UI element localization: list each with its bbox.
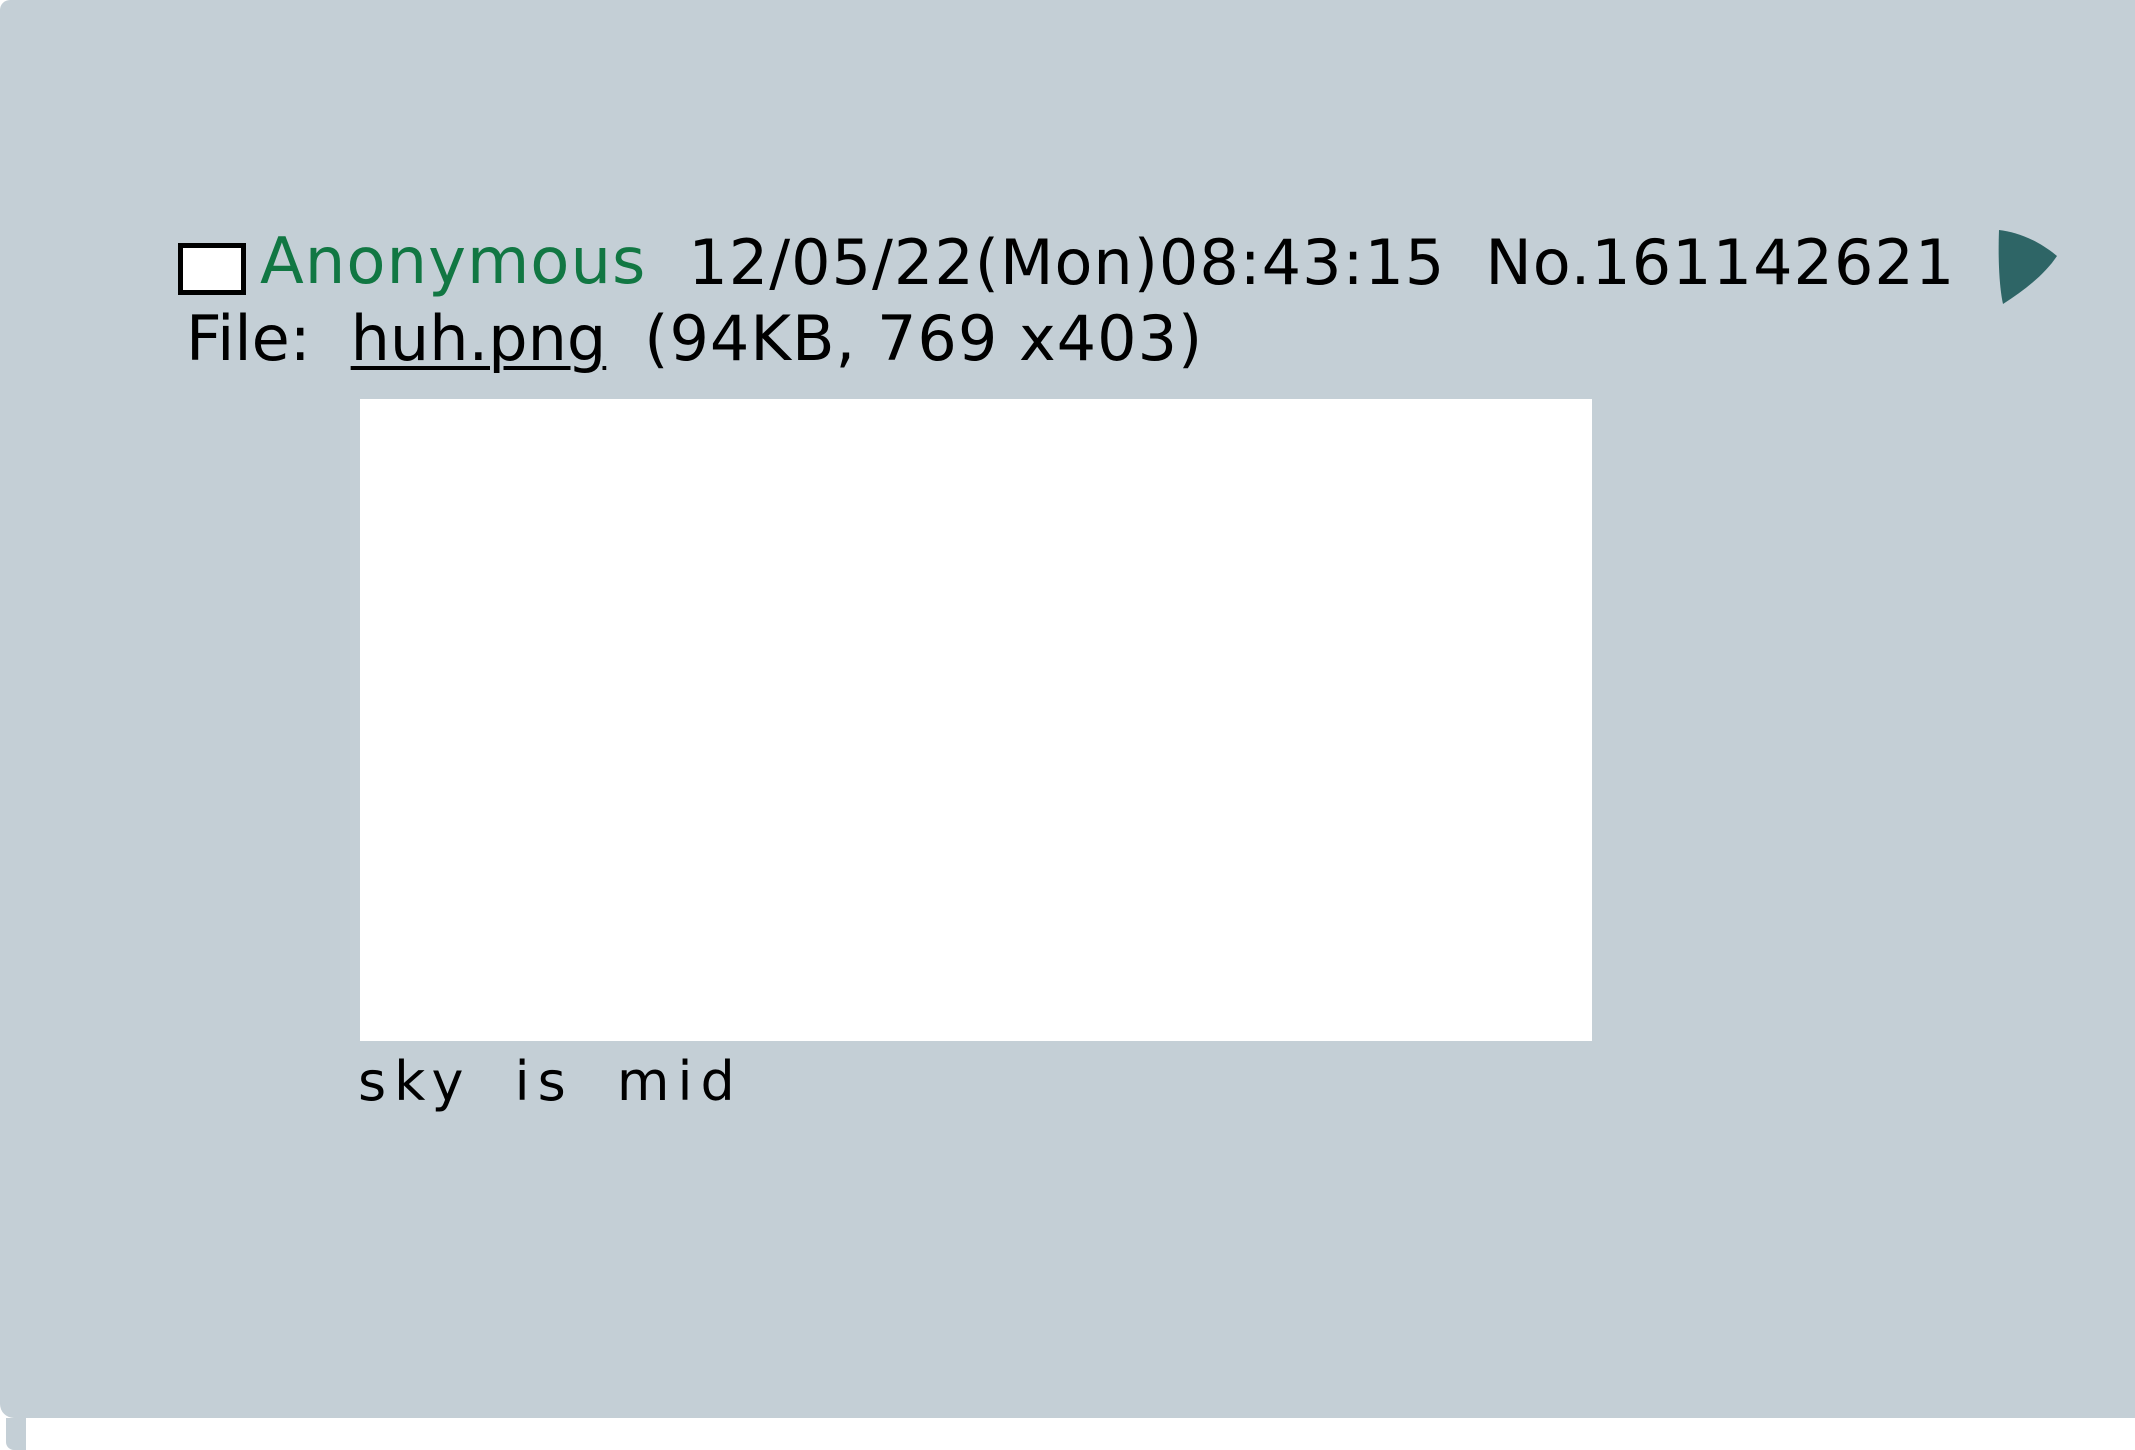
file-meta: (94KB, 769 x403) [644, 301, 1204, 375]
post-select-checkbox[interactable] [178, 243, 246, 295]
file-info: File: huh.png (94KB, 769 x403) [186, 298, 1203, 378]
post-panel: Anonymous 12/05/22(Mon)08:43:15 No.16114… [0, 0, 2135, 1450]
post-date: 12/05/22(Mon)08:43:15 [688, 225, 1446, 299]
file-name-link[interactable]: huh.png [351, 302, 607, 375]
poster-name: Anonymous [260, 225, 647, 299]
post-number-link[interactable]: No.161142621 [1485, 226, 1955, 299]
post-image-thumbnail[interactable] [360, 399, 1592, 1041]
post-menu-arrow-icon[interactable] [1995, 226, 2061, 308]
file-label: File: [186, 301, 311, 375]
post-comment: sky is mid [358, 1050, 743, 1113]
post-header: Anonymous 12/05/22(Mon)08:43:15 No.16114… [178, 222, 2061, 304]
